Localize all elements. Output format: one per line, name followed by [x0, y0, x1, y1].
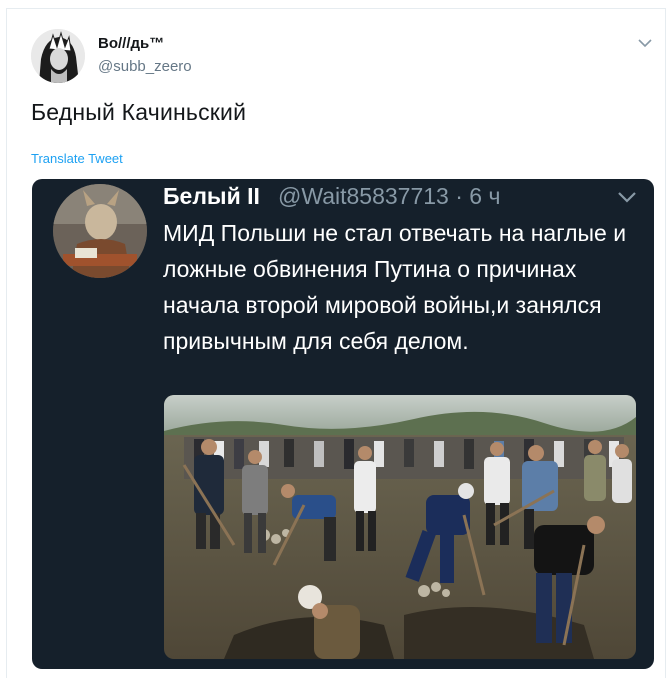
quoted-name: Белый II [163, 183, 260, 209]
author-handle[interactable]: @subb_zeero [98, 58, 192, 75]
photo [164, 395, 636, 659]
tweet-text: Бедный Качиньский [31, 99, 247, 125]
tweet-card: Во///дь™ @subb_zeero Бедный Качиньский T… [6, 8, 666, 678]
author-display-name[interactable]: Во///дь™ [98, 35, 164, 52]
avatar[interactable] [31, 29, 85, 83]
quoted-avatar [53, 184, 147, 278]
translate-tweet-link[interactable]: Translate Tweet [31, 151, 123, 166]
quoted-handle-time: @Wait85837713 · 6 ч [278, 183, 501, 209]
chevron-down-icon [614, 187, 640, 207]
chevron-down-icon[interactable] [635, 33, 655, 53]
attached-screenshot[interactable]: Белый II @Wait85837713 · 6 ч МИД Польши … [32, 179, 654, 669]
quoted-text: МИД Польши не стал отвечать на наглые и … [163, 220, 627, 354]
